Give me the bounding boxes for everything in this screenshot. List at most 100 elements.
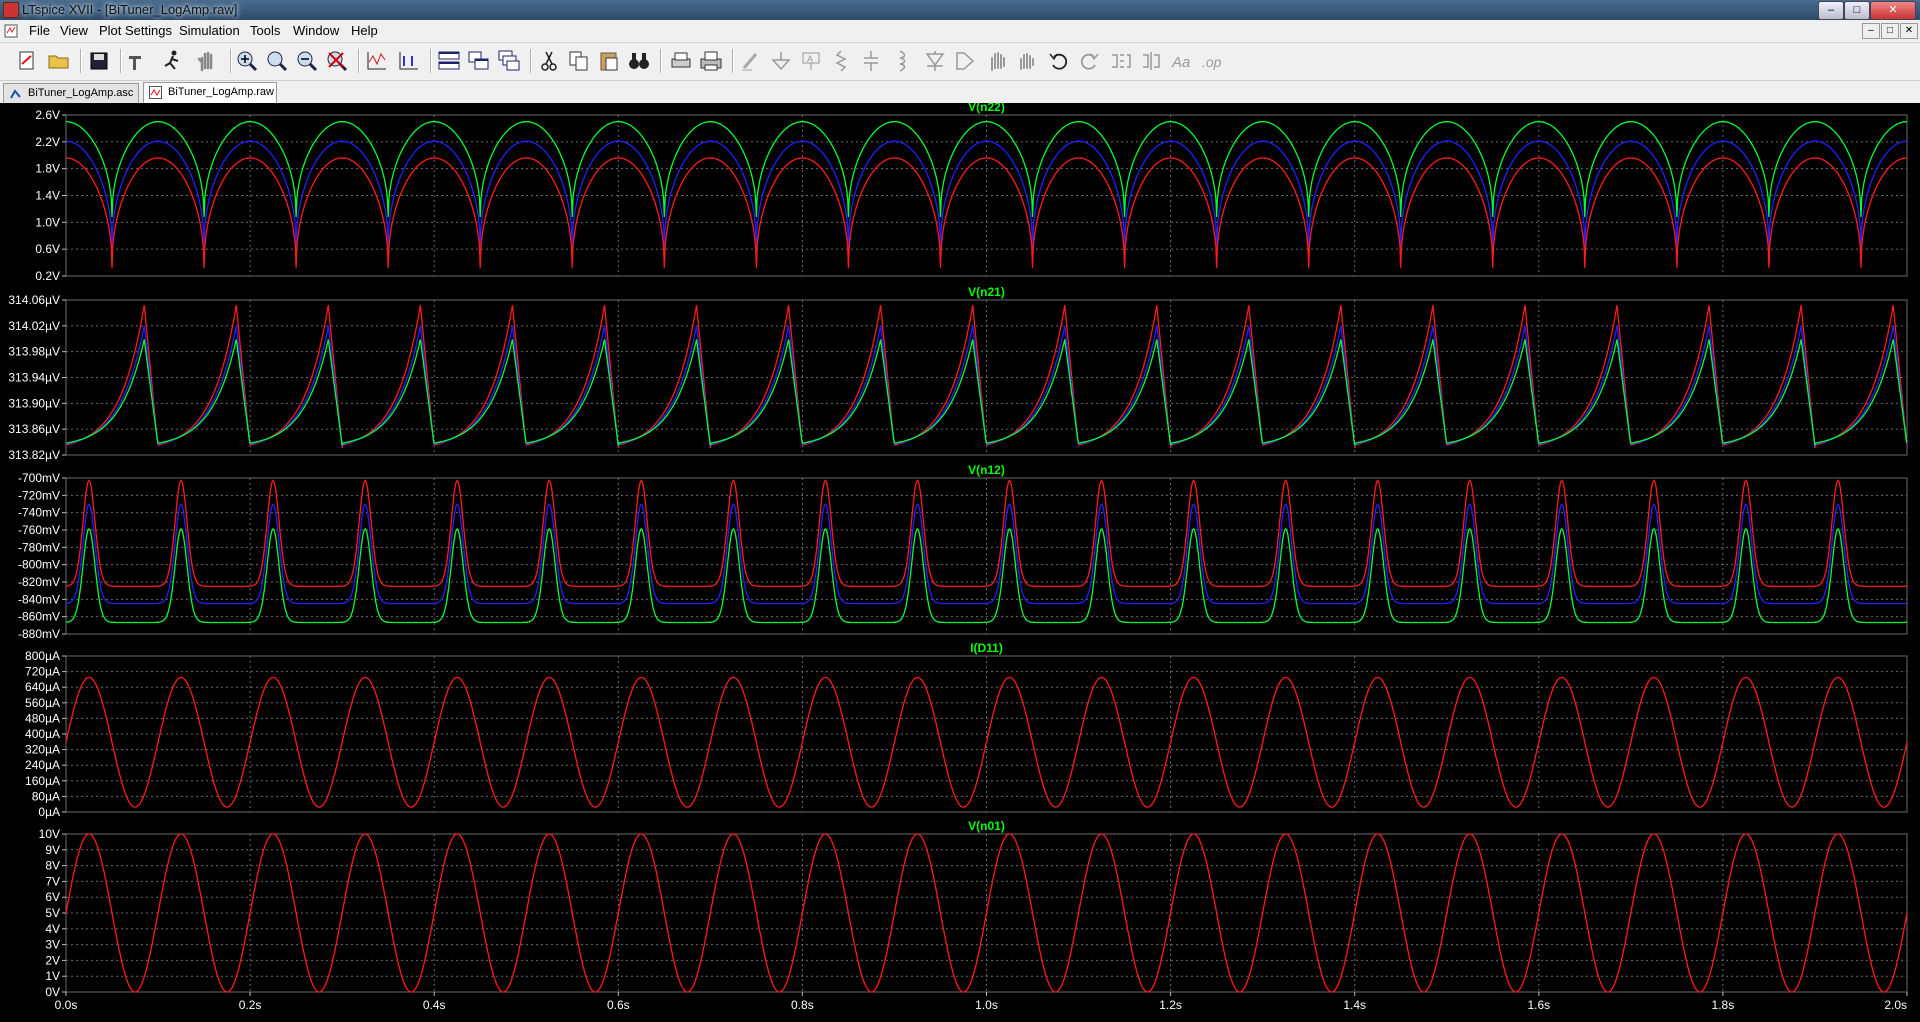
y-tick-label: -720mV xyxy=(18,488,60,502)
menu-window[interactable]: Window xyxy=(293,23,339,38)
y-tick-label: -740mV xyxy=(18,506,60,520)
cascade-windows-icon[interactable] xyxy=(496,48,522,74)
zoom-out-icon[interactable] xyxy=(294,48,320,74)
y-tick-label: -760mV xyxy=(18,523,60,537)
y-tick-label: 1.4V xyxy=(35,189,60,203)
toolbar-separator xyxy=(430,49,432,73)
document-menu-icon[interactable] xyxy=(3,23,19,39)
menu-help[interactable]: Help xyxy=(351,23,378,38)
y-tick-label: 0.6V xyxy=(35,242,60,256)
tile-vertical-icon[interactable] xyxy=(466,48,492,74)
manual-limits-icon[interactable] xyxy=(396,48,422,74)
y-tick-label: 720µA xyxy=(25,665,60,679)
y-tick-label: 2.2V xyxy=(35,135,60,149)
menu-plot-settings[interactable]: Plot Settings xyxy=(99,23,172,38)
mirror-icon[interactable] xyxy=(1138,48,1164,74)
tab-schematic[interactable]: BiTuner_LogAmp.asc xyxy=(3,83,139,103)
y-tick-label: 7V xyxy=(45,874,60,888)
capacitor-icon[interactable] xyxy=(858,48,884,74)
x-tick-label: 2.0s xyxy=(1884,998,1907,1012)
maximize-button[interactable]: □ xyxy=(1844,1,1870,20)
close-button[interactable]: ✕ xyxy=(1870,1,1916,20)
y-tick-label: -820mV xyxy=(18,575,60,589)
undo-icon[interactable] xyxy=(1046,48,1072,74)
zoom-in-icon[interactable] xyxy=(234,48,260,74)
trace-title: V(n12) xyxy=(968,463,1005,477)
mdi-minimize-button[interactable]: – xyxy=(1862,23,1880,39)
waveform-plot-svg[interactable]: 2.6V 2.2V 1.8V 1.4V 1.0V 0.6V 0.2V V(n22) 314.06… xyxy=(0,100,1920,1017)
y-tick-label: 0V xyxy=(45,985,60,999)
svg-text:Aa: Aa xyxy=(1171,54,1190,71)
x-tick-label: 0.6s xyxy=(607,998,630,1012)
ground-icon[interactable] xyxy=(768,48,794,74)
y-tick-label: 5V xyxy=(45,906,60,920)
zoom-cancel-icon[interactable] xyxy=(324,48,350,74)
plot-pane-frame xyxy=(65,477,1908,635)
menu-tools[interactable]: Tools xyxy=(250,23,280,38)
menu-simulation[interactable]: Simulation xyxy=(179,23,240,38)
svg-text:A: A xyxy=(807,54,813,64)
redo-icon[interactable] xyxy=(1076,48,1102,74)
zoom-full-icon[interactable] xyxy=(264,48,290,74)
paste-icon[interactable] xyxy=(596,48,622,74)
inductor-icon[interactable] xyxy=(888,48,914,74)
y-tick-label: 1V xyxy=(45,969,60,983)
y-tick-label: -860mV xyxy=(18,610,60,624)
save-icon[interactable] xyxy=(86,48,112,74)
menu-view[interactable]: View xyxy=(60,23,88,38)
trace-title: I(D11) xyxy=(970,641,1003,655)
y-tick-label: 640µA xyxy=(25,680,60,694)
run-icon[interactable] xyxy=(160,48,186,74)
y-tick-label: 314.06µV xyxy=(8,293,60,307)
resistor-icon[interactable] xyxy=(828,48,854,74)
copy-icon[interactable] xyxy=(566,48,592,74)
print-icon[interactable] xyxy=(698,48,724,74)
y-tick-label: -800mV xyxy=(18,558,60,572)
tab-label: BiTuner_LogAmp.raw xyxy=(168,86,274,98)
x-tick-label: 1.0s xyxy=(975,998,998,1012)
y-tick-label: 313.86µV xyxy=(8,422,60,436)
title-bar: LTspice XVII - [BiTuner_LogAmp.raw] – □ … xyxy=(0,0,1920,20)
x-tick-label: 1.4s xyxy=(1343,998,1366,1012)
x-tick-label: 0.2s xyxy=(239,998,262,1012)
waveform-icon xyxy=(149,86,162,99)
label-net-icon[interactable]: A xyxy=(798,48,824,74)
menu-file[interactable]: File xyxy=(29,23,50,38)
y-tick-label: 400µA xyxy=(25,727,60,741)
find-binoculars-icon[interactable] xyxy=(626,48,652,74)
tile-horizontal-icon[interactable] xyxy=(436,48,462,74)
trace-title: V(n22) xyxy=(968,103,1005,114)
cut-scissors-icon[interactable] xyxy=(536,48,562,74)
autorange-icon[interactable] xyxy=(364,48,390,74)
y-tick-label: -840mV xyxy=(18,592,60,606)
diode-icon[interactable] xyxy=(922,48,948,74)
y-tick-label: 313.90µV xyxy=(8,396,60,410)
new-schematic-icon[interactable] xyxy=(14,48,40,74)
toolbar-separator xyxy=(120,49,122,73)
mdi-close-button[interactable]: ✕ xyxy=(1900,23,1918,39)
x-tick-label: 1.8s xyxy=(1712,998,1735,1012)
move-hand-icon[interactable] xyxy=(984,48,1010,74)
ltspice-app-icon[interactable] xyxy=(3,2,19,18)
mdi-restore-button[interactable]: □ xyxy=(1881,23,1899,39)
drag-hand-icon[interactable] xyxy=(1014,48,1040,74)
spice-directive-icon[interactable]: .op xyxy=(1200,48,1226,74)
halt-hand-icon[interactable] xyxy=(194,48,220,74)
y-tick-label: 800µA xyxy=(25,649,60,663)
print-setup-icon[interactable] xyxy=(668,48,694,74)
text-aa-icon[interactable]: Aa xyxy=(1170,48,1196,74)
tab-label: BiTuner_LogAmp.asc xyxy=(28,87,134,99)
y-tick-label: 240µA xyxy=(25,758,60,772)
tab-waveform[interactable]: BiTuner_LogAmp.raw xyxy=(143,82,277,104)
component-icon[interactable] xyxy=(952,48,978,74)
minimize-button[interactable]: – xyxy=(1818,1,1844,20)
wire-pencil-icon[interactable] xyxy=(738,48,764,74)
toolbar-separator xyxy=(358,49,360,73)
waveform-viewer[interactable]: 2.6V 2.2V 1.8V 1.4V 1.0V 0.6V 0.2V V(n22) 314.06… xyxy=(0,100,1920,1017)
y-tick-label: 3V xyxy=(45,938,60,952)
hammer-icon[interactable] xyxy=(124,48,150,74)
rotate-icon[interactable] xyxy=(1108,48,1134,74)
open-folder-icon[interactable] xyxy=(46,48,72,74)
window-title: LTspice XVII - [BiTuner_LogAmp.raw] xyxy=(22,2,238,17)
y-tick-label: 313.82µV xyxy=(8,448,60,462)
